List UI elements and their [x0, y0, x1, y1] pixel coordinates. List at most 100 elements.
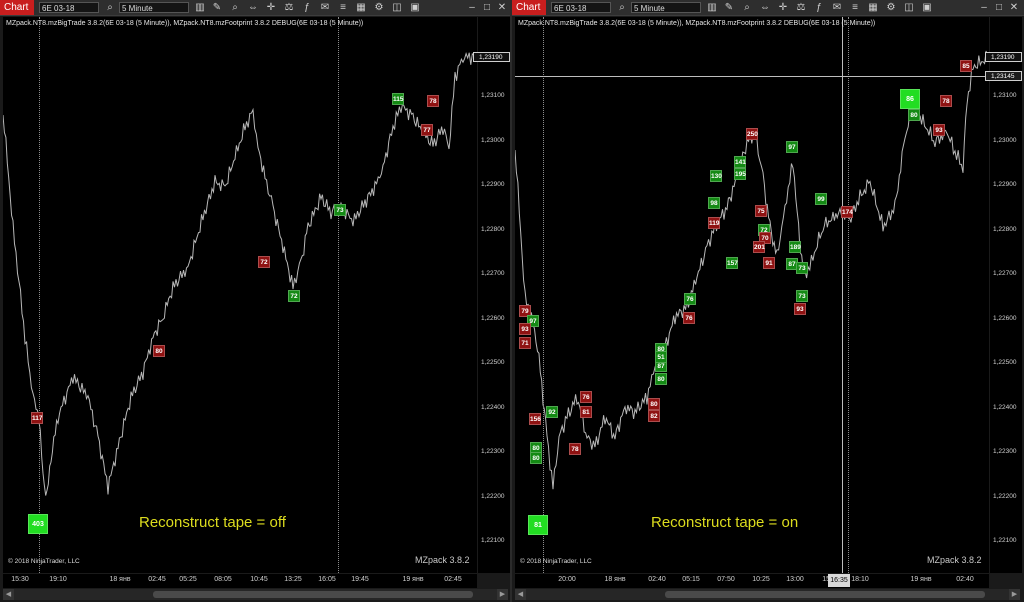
buy-trade-marker[interactable]: 98 — [708, 197, 720, 209]
maximize-icon[interactable]: □ — [481, 1, 493, 14]
pan-icon[interactable]: ⇔ — [759, 1, 771, 14]
strategies-icon[interactable]: ✉ — [831, 1, 843, 14]
sell-trade-marker[interactable]: 91 — [763, 257, 775, 269]
sell-trade-marker[interactable]: 156 — [529, 413, 541, 425]
bar-style-icon[interactable]: ▥ — [706, 1, 718, 14]
buy-trade-marker[interactable]: 157 — [726, 257, 738, 269]
sell-trade-marker[interactable]: 78 — [569, 443, 581, 455]
buy-trade-marker[interactable]: 80 — [530, 452, 542, 464]
buy-trade-marker[interactable]: 76 — [684, 293, 696, 305]
chart-trader-icon[interactable]: ⚖ — [283, 1, 295, 14]
buy-trade-marker[interactable]: 73 — [796, 262, 808, 274]
price-chart-plot[interactable]: MZpack.NT8.mzBigTrade 3.8.2(6E 03-18 (5 … — [3, 17, 477, 573]
grid-icon[interactable]: ▦ — [355, 1, 367, 14]
strategies-icon[interactable]: ✉ — [319, 1, 331, 14]
instrument-selector[interactable]: 6E 03-18 — [39, 2, 99, 13]
indicators-icon[interactable]: ƒ — [301, 1, 313, 14]
time-axis[interactable]: 15:30 19:10 18 янв 02:45 05:25 08:05 10:45 13:2… — [3, 574, 477, 588]
buy-trade-marker[interactable]: 189 — [789, 241, 801, 253]
chart-menu-button[interactable]: Chart — [0, 0, 34, 15]
sell-trade-marker[interactable]: 82 — [648, 410, 660, 422]
sell-trade-marker[interactable]: 85 — [960, 60, 972, 72]
scroll-right-icon[interactable]: ▶ — [1009, 589, 1020, 600]
large-trade-marker[interactable]: 403 — [28, 514, 48, 534]
price-axis[interactable]: 1,23100 1,23000 1,22900 1,22800 1,22700 1,226… — [985, 17, 1022, 573]
buy-trade-marker[interactable]: 97 — [786, 141, 798, 153]
scroll-right-icon[interactable]: ▶ — [497, 589, 508, 600]
horizontal-scrollbar[interactable]: ◀ ▶ — [515, 589, 1020, 600]
chart-trader-icon[interactable]: ⚖ — [795, 1, 807, 14]
layers-icon[interactable]: ◫ — [391, 1, 403, 14]
buy-trade-marker[interactable]: 99 — [815, 193, 827, 205]
maximize-icon[interactable]: □ — [993, 1, 1005, 14]
scroll-left-icon[interactable]: ◀ — [515, 589, 526, 600]
bar-style-icon[interactable]: ▥ — [194, 1, 206, 14]
properties-icon[interactable]: ≡ — [337, 1, 349, 14]
sell-trade-marker[interactable]: 76 — [683, 312, 695, 324]
settings-icon[interactable]: ⚙ — [373, 1, 385, 14]
sell-trade-marker[interactable]: 78 — [427, 95, 439, 107]
sell-trade-marker[interactable]: 81 — [580, 406, 592, 418]
minimize-icon[interactable]: – — [978, 1, 990, 14]
sell-trade-marker[interactable]: 119 — [708, 217, 720, 229]
buy-trade-marker[interactable]: 73 — [334, 204, 346, 216]
draw-tools-icon[interactable]: ✎ — [211, 1, 223, 14]
layers-icon[interactable]: ◫ — [903, 1, 915, 14]
scroll-thumb[interactable] — [665, 591, 985, 598]
buy-trade-marker[interactable]: 80 — [908, 109, 920, 121]
close-icon[interactable]: ✕ — [1008, 1, 1020, 14]
buy-trade-marker[interactable]: 130 — [710, 170, 722, 182]
sell-trade-marker[interactable]: 78 — [940, 95, 952, 107]
scroll-left-icon[interactable]: ◀ — [3, 589, 14, 600]
sell-trade-marker[interactable]: 80 — [648, 398, 660, 410]
properties-icon[interactable]: ≡ — [849, 1, 861, 14]
sell-trade-marker[interactable]: 75 — [755, 205, 767, 217]
minimize-icon[interactable]: – — [466, 1, 478, 14]
sell-trade-marker[interactable]: 80 — [153, 345, 165, 357]
sell-trade-marker[interactable]: 72 — [258, 256, 270, 268]
large-trade-marker[interactable]: 81 — [528, 515, 548, 535]
pin-icon[interactable]: ▣ — [409, 1, 421, 14]
buy-trade-marker[interactable]: 115 — [392, 93, 404, 105]
large-trade-marker[interactable]: 86 — [900, 89, 920, 109]
crosshair-icon[interactable]: ✛ — [777, 1, 789, 14]
indicators-icon[interactable]: ƒ — [813, 1, 825, 14]
buy-trade-marker[interactable]: 80 — [655, 373, 667, 385]
search-icon[interactable]: ⌕ — [616, 1, 628, 14]
sell-trade-marker[interactable]: 250 — [746, 128, 758, 140]
sell-trade-marker[interactable]: 93 — [933, 124, 945, 136]
sell-trade-marker[interactable]: 201 — [753, 241, 765, 253]
buy-trade-marker[interactable]: 141 — [734, 156, 746, 168]
search-icon[interactable]: ⌕ — [104, 1, 116, 14]
price-chart-plot[interactable]: MZpack.NT8.mzBigTrade 3.8.2(6E 03-18 (5 … — [515, 17, 989, 573]
close-icon[interactable]: ✕ — [496, 1, 508, 14]
interval-selector[interactable]: 5 Minute — [119, 2, 189, 13]
crosshair-icon[interactable]: ✛ — [265, 1, 277, 14]
zoom-icon[interactable]: ⌕ — [229, 1, 241, 14]
buy-trade-marker[interactable]: 73 — [796, 290, 808, 302]
pan-icon[interactable]: ⇔ — [247, 1, 259, 14]
sell-trade-marker[interactable]: 93 — [519, 323, 531, 335]
price-axis[interactable]: 1,23100 1,23000 1,22900 1,22800 1,22700 1,226… — [473, 17, 510, 573]
buy-trade-marker[interactable]: 92 — [546, 406, 558, 418]
buy-trade-marker[interactable]: 195 — [734, 168, 746, 180]
grid-icon[interactable]: ▦ — [867, 1, 879, 14]
sell-trade-marker[interactable]: 76 — [580, 391, 592, 403]
interval-selector[interactable]: 5 Minute — [631, 2, 701, 13]
draw-tools-icon[interactable]: ✎ — [723, 1, 735, 14]
settings-icon[interactable]: ⚙ — [885, 1, 897, 14]
sell-trade-marker[interactable]: 93 — [794, 303, 806, 315]
horizontal-scrollbar[interactable]: ◀ ▶ — [3, 589, 508, 600]
instrument-selector[interactable]: 6E 03-18 — [551, 2, 611, 13]
pin-icon[interactable]: ▣ — [921, 1, 933, 14]
sell-trade-marker[interactable]: 77 — [421, 124, 433, 136]
scroll-thumb[interactable] — [153, 591, 473, 598]
sell-trade-marker[interactable]: 71 — [519, 337, 531, 349]
chart-menu-button[interactable]: Chart — [512, 0, 546, 15]
zoom-icon[interactable]: ⌕ — [741, 1, 753, 14]
time-axis[interactable]: 20:0018 янв02:4005:1507:5010:2513:0015:3… — [515, 574, 989, 588]
sell-trade-marker[interactable]: 117 — [31, 412, 43, 424]
sell-trade-marker[interactable]: 174 — [841, 206, 853, 218]
buy-trade-marker[interactable]: 51 — [655, 351, 667, 363]
buy-trade-marker[interactable]: 72 — [288, 290, 300, 302]
